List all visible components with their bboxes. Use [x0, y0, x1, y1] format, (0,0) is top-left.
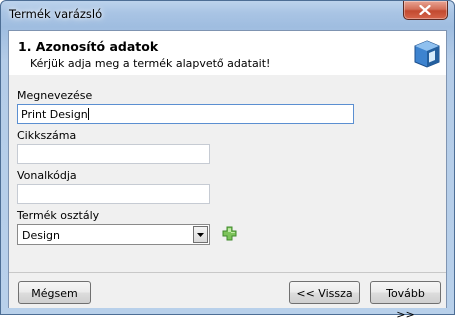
text-caret	[87, 108, 89, 120]
name-input[interactable]: Print Design	[17, 104, 354, 124]
wizard-body: Megnevezése Print Design Cikkszáma Vonal…	[9, 75, 446, 272]
wizard-footer: Mégsem << Vissza Tovább >>	[9, 272, 446, 321]
chevron-down-icon	[197, 233, 204, 237]
product-class-label: Termék osztály	[17, 209, 100, 222]
close-button[interactable]	[403, 1, 448, 20]
step-subtitle: Kérjük adja meg a termék alapvető adatai…	[30, 57, 271, 70]
plus-icon[interactable]	[222, 226, 237, 241]
wizard-client-area: 1. Azonosító adatok Kérjük adja meg a te…	[8, 30, 447, 321]
back-button[interactable]: << Vissza	[289, 281, 360, 304]
name-label: Megnevezése	[17, 89, 93, 102]
title-bar[interactable]: Termék varázsló	[1, 1, 454, 29]
barcode-input[interactable]	[17, 184, 210, 204]
next-button[interactable]: Tovább >>	[370, 281, 441, 321]
close-icon	[419, 5, 431, 15]
product-class-value: Design	[22, 229, 60, 242]
barcode-label: Vonalkódja	[17, 169, 77, 182]
product-class-dropdown-button[interactable]	[193, 226, 208, 243]
step-title: 1. Azonosító adatok	[18, 39, 159, 54]
wizard-header: 1. Azonosító adatok Kérjük adja meg a te…	[9, 31, 446, 76]
product-class-select[interactable]: Design	[17, 224, 210, 245]
sku-input[interactable]	[17, 144, 210, 164]
wizard-window: Termék varázsló 1. Azonosító adatok Kérj…	[0, 0, 455, 321]
sku-label: Cikkszáma	[17, 129, 77, 142]
window-title: Termék varázsló	[9, 7, 103, 21]
name-value: Print Design	[21, 108, 88, 121]
box-logo-icon	[414, 40, 440, 68]
cancel-button[interactable]: Mégsem	[18, 281, 91, 304]
